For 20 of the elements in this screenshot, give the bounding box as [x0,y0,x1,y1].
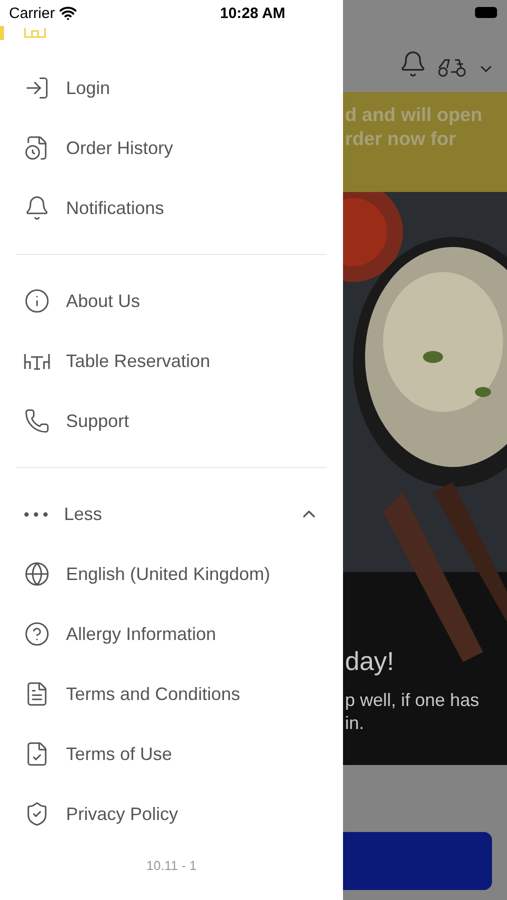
menu-item[interactable]: Login [0,58,343,118]
menu-item[interactable]: Table Reservation [0,331,343,391]
banner-text: d and will open [345,104,484,128]
menu-item[interactable]: Allergy Information [0,604,343,664]
hero-text: p well, if one has [345,689,480,712]
version-label: 10.11 - 1 [145,858,198,873]
hero-text: in. [345,712,366,735]
menu-item[interactable]: About Us [0,271,343,331]
carrier-label: Carrier [9,4,55,22]
menu-item[interactable]: Terms of Use [0,724,343,784]
hero-title: day! [345,646,396,677]
menu-item[interactable]: Privacy Policy [0,784,343,844]
menu-item[interactable]: Order History [0,118,343,178]
status-time: 10:28 AM [220,4,286,22]
menu-item[interactable]: English (United Kingdom) [0,544,343,604]
banner-text: rder now for [345,128,457,152]
menu-item[interactable]: Support [0,391,343,451]
less-toggle[interactable]: Less [0,484,343,544]
menu-item[interactable]: Notifications [0,178,343,238]
menu-item[interactable]: Terms and Conditions [0,664,343,724]
